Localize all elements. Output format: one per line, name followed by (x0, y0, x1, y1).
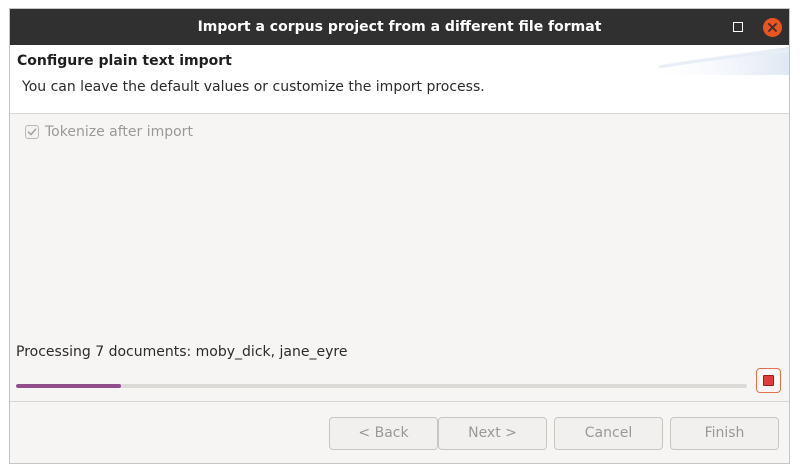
page-description: You can leave the default values or cust… (22, 79, 485, 95)
window-title: Import a corpus project from a different… (197, 19, 602, 35)
next-button[interactable]: Next > (438, 417, 547, 450)
progress-bar (16, 384, 747, 388)
tokenize-option: Tokenize after import (25, 124, 193, 140)
cancel-button[interactable]: Cancel (554, 417, 663, 450)
stop-button[interactable] (756, 368, 781, 393)
tokenize-label: Tokenize after import (45, 124, 193, 140)
checkmark-icon (27, 128, 37, 136)
wizard-header: Configure plain text import You can leav… (10, 45, 789, 114)
footer-divider (10, 401, 789, 402)
tokenize-checkbox[interactable] (25, 125, 39, 139)
title-bar[interactable]: Import a corpus project from a different… (10, 9, 789, 45)
import-dialog: Import a corpus project from a different… (9, 8, 790, 464)
back-button[interactable]: < Back (329, 417, 438, 450)
maximize-icon[interactable] (733, 22, 743, 32)
close-icon[interactable] (763, 18, 782, 37)
progress-status: Processing 7 documents: moby_dick, jane_… (16, 344, 348, 360)
stop-icon (763, 375, 774, 386)
page-title: Configure plain text import (17, 53, 232, 69)
progress-bar-fill (16, 384, 121, 388)
header-banner-decoration (639, 47, 789, 75)
finish-button[interactable]: Finish (670, 417, 779, 450)
